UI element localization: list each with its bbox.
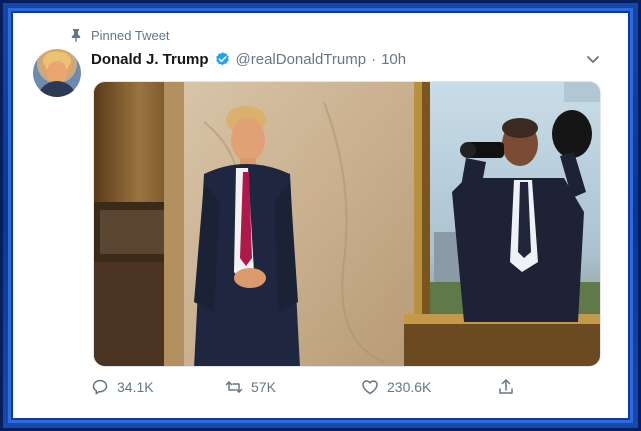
user-handle[interactable]: @realDonaldTrump (236, 51, 367, 68)
verified-badge-icon (214, 51, 231, 68)
display-name[interactable]: Donald J. Trump (91, 51, 209, 68)
retweet-button[interactable]: 57K (225, 377, 276, 397)
like-count: 230.6K (387, 379, 432, 395)
reply-count: 34.1K (117, 379, 154, 395)
separator-dot: · (371, 50, 377, 68)
pin-icon (69, 28, 83, 42)
tweet-timestamp[interactable]: 10h (381, 51, 406, 68)
chevron-down-icon[interactable] (585, 51, 601, 67)
tweet-actions: 34.1K 57K 230.6K (91, 377, 521, 397)
tweet-card[interactable]: Pinned Tweet Donald J. Trump @realDonald… (15, 15, 626, 416)
share-icon (499, 379, 513, 394)
reply-icon (92, 379, 108, 395)
tweet-photo-illustration (94, 82, 600, 366)
like-button[interactable]: 230.6K (361, 377, 431, 397)
reply-button[interactable]: 34.1K (91, 377, 154, 397)
pinned-label: Pinned Tweet (91, 27, 170, 43)
tweet-header: Donald J. Trump @realDonaldTrump · 10h (91, 49, 406, 69)
share-button[interactable] (497, 377, 515, 397)
avatar[interactable] (33, 49, 81, 97)
tweet-photo[interactable] (93, 81, 601, 367)
retweet-count: 57K (251, 379, 276, 395)
heart-icon (362, 380, 378, 395)
pinned-indicator: Pinned Tweet (69, 27, 170, 43)
retweet-icon (225, 381, 243, 393)
